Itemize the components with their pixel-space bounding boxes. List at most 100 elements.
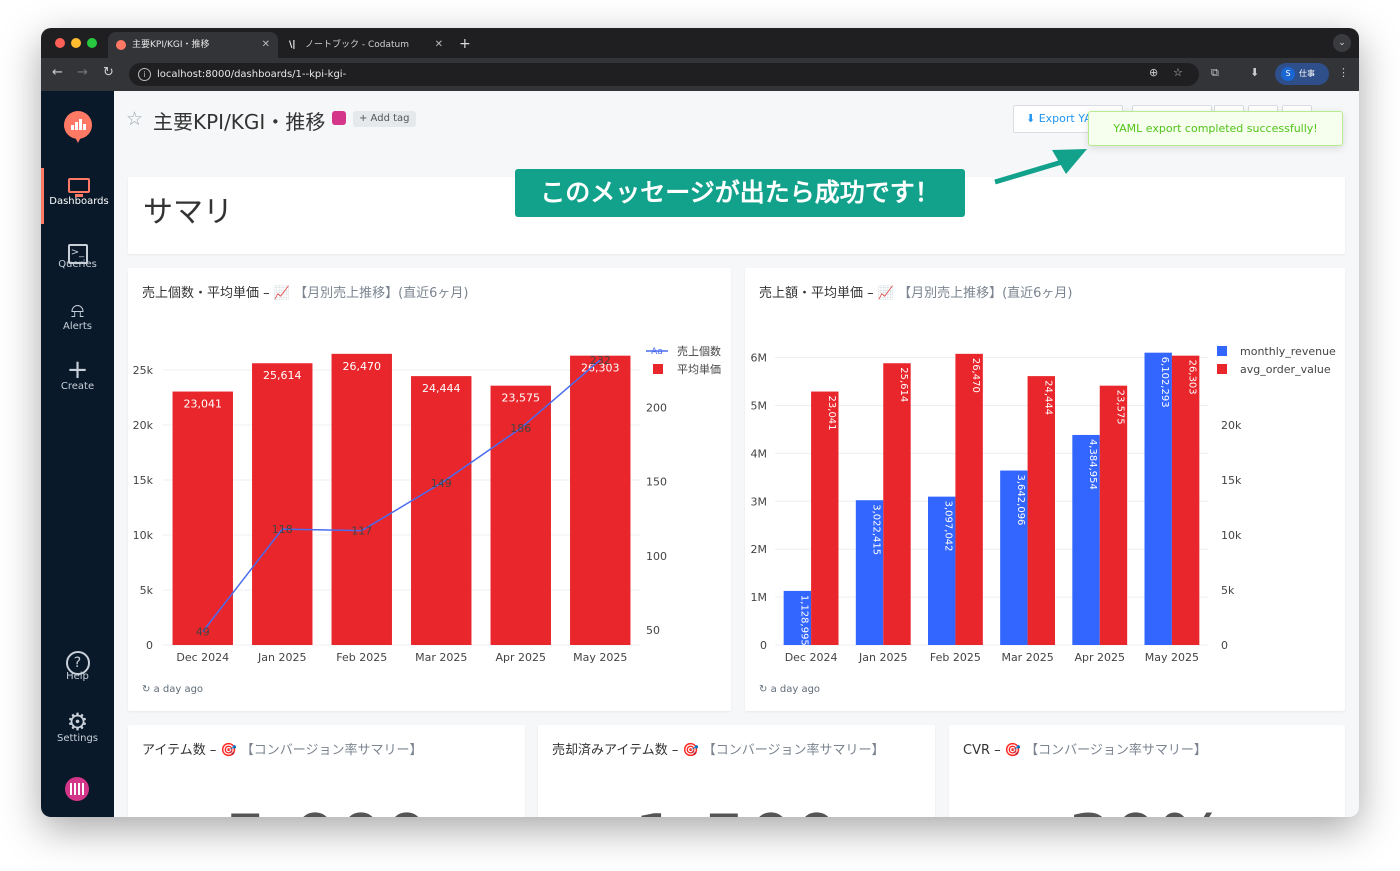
close-tab-icon[interactable]: ✕ (262, 32, 270, 58)
refresh-icon[interactable]: ↻ (142, 684, 150, 695)
bar-data-label: 23,041 (184, 398, 223, 411)
profile-label: 仕事 (1299, 69, 1315, 78)
minimize-window-button[interactable] (71, 38, 81, 48)
sidebar-item-label: Settings (56, 733, 98, 744)
y2-tick-label: 50 (646, 624, 660, 637)
y2-tick-label: 15k (1221, 474, 1242, 487)
sidebar-item-dashboards[interactable]: Dashboards (41, 168, 114, 224)
bar (570, 355, 631, 645)
x-tick-label: Apr 2025 (1074, 651, 1125, 664)
bar-data-label: 26,303 (1187, 360, 1198, 395)
sidebar-item-create[interactable]: + Create (41, 353, 114, 409)
y-tick-label: 1M (751, 591, 768, 604)
sidebar-item-settings[interactable]: ⚙ Settings (41, 705, 114, 761)
widget-title[interactable]: アイテム数 – 🎯 【コンバージョン率サマリー】 (142, 739, 423, 758)
forward-icon[interactable]: → (77, 65, 88, 80)
legend-bar-swatch (1217, 364, 1227, 374)
bar-data-label: 3,022,415 (871, 504, 882, 555)
bar-data-label: 4,384,954 (1087, 439, 1098, 490)
tab-dashboard[interactable]: 主要KPI/KGI・推移 ✕ (108, 32, 278, 58)
maximize-window-button[interactable] (87, 38, 97, 48)
close-window-button[interactable] (55, 38, 65, 48)
sidebar-item-label: Alerts (62, 321, 92, 332)
y-tick-label: 25k (133, 364, 154, 377)
zoom-icon[interactable]: ⊕ (1149, 66, 1158, 79)
sidebar-item-alerts[interactable]: ⍾ Alerts (41, 293, 114, 349)
x-tick-label: Dec 2024 (176, 651, 229, 664)
bar-data-label: 25,614 (263, 369, 302, 382)
x-tick-label: Mar 2025 (415, 651, 467, 664)
y-tick-label: 0 (760, 639, 767, 652)
profile-button[interactable]: S 仕事 (1275, 63, 1329, 85)
y2-tick-label: 100 (646, 550, 667, 563)
gear-icon: ⚙ (66, 708, 89, 736)
chevron-down-icon[interactable]: ⌄ (1333, 34, 1351, 52)
extensions-icon[interactable]: ⧉ (1211, 66, 1219, 80)
address-bar[interactable]: i localhost:8000/dashboards/1--kpi-kgi- … (129, 63, 1199, 86)
y2-tick-label: 10k (1221, 529, 1242, 542)
bar-data-label: 6,102,293 (1159, 357, 1170, 408)
bar-data-label: 3,097,042 (943, 501, 954, 552)
y2-tick-label: 20k (1221, 419, 1242, 432)
widget-title[interactable]: 売却済みアイテム数 – 🎯 【コンバージョン率サマリー】 (552, 739, 885, 758)
redash-logo-icon[interactable] (64, 111, 92, 143)
line-data-label: 118 (272, 523, 293, 536)
legend-label: avg_order_value (1240, 363, 1331, 376)
y-tick-label: 2M (751, 543, 768, 556)
bar-data-label: 23,041 (826, 396, 837, 431)
download-icon[interactable]: ⬇ (1250, 66, 1259, 79)
y2-tick-label: 5k (1221, 584, 1235, 597)
bar (331, 353, 392, 645)
tab-notebook[interactable]: \| ノートブック - Codatum ✕ (281, 32, 451, 58)
line-data-label: 186 (510, 422, 531, 435)
target-emoji-icon: 🎯 (220, 743, 237, 758)
bar-data-label: 24,444 (422, 382, 461, 395)
bar-data-label: 26,470 (970, 358, 981, 393)
chart-widget-revenue-price: 売上額・平均単価 – 📈 【月別売上推移】(直近6ヶ月) 0 1M 2M 3M 4M 5M… (745, 268, 1345, 711)
close-tab-icon[interactable]: ✕ (435, 32, 443, 58)
y-tick-label: 15k (133, 474, 154, 487)
x-tick-label: Apr 2025 (495, 651, 546, 664)
bar-data-label: 24,444 (1042, 380, 1053, 415)
y-tick-label: 10k (133, 529, 154, 542)
plus-icon: + (66, 355, 89, 385)
bar-avg-order (1171, 355, 1200, 645)
add-tag-button[interactable]: + Add tag (353, 111, 416, 127)
bar-data-label: 23,575 (1114, 390, 1125, 425)
refresh-icon[interactable]: ↻ (759, 684, 767, 695)
line-data-label: 232 (590, 354, 611, 367)
favorite-star-icon[interactable]: ☆ (126, 108, 143, 130)
legend-label: 平均単価 (677, 362, 721, 376)
profile-avatar: S (1281, 67, 1295, 81)
y-tick-label: 6M (751, 352, 768, 365)
y-tick-label: 3M (751, 495, 768, 508)
new-tab-icon[interactable]: + (459, 32, 471, 56)
page-title: 主要KPI/KGI・推移 (153, 110, 326, 134)
counter-widget-items: アイテム数 – 🎯 【コンバージョン率サマリー】 5,000 (128, 725, 525, 817)
site-info-icon[interactable]: i (138, 68, 151, 81)
bookmark-star-icon[interactable]: ☆ (1173, 66, 1183, 79)
line-data-label: 117 (351, 525, 372, 538)
target-emoji-icon: 🎯 (682, 743, 699, 758)
bar-avg-order (883, 363, 911, 645)
summary-title: サマリ (143, 195, 233, 230)
chart-quantity-price: 0 5k 10k 15k 20k 25k 50 100 150 200 23,041 Dec 2024… (133, 345, 721, 664)
counter-value: 30% (949, 799, 1345, 817)
widget-title[interactable]: CVR – 🎯 【コンバージョン率サマリー】 (963, 739, 1207, 758)
y2-tick-label: 0 (1221, 639, 1228, 652)
x-tick-label: Jan 2025 (858, 651, 907, 664)
redash-favicon-icon (116, 40, 126, 50)
sidebar-item-help[interactable]: ? Help (41, 643, 114, 699)
back-icon[interactable]: ← (52, 65, 63, 80)
user-avatar[interactable] (65, 777, 89, 801)
bar (411, 376, 472, 645)
chart-revenue-price: 0 1M 2M 3M 4M 5M 6M 0 5k 10k 15k 20k 1,128,995 23,041… (751, 345, 1337, 664)
bar-data-label: 3,642,096 (1015, 475, 1026, 526)
reload-icon[interactable]: ↻ (103, 65, 114, 80)
success-toast: YAML export completed successfully! (1088, 111, 1343, 146)
sidebar-item-queries[interactable]: >_ Queries (41, 231, 114, 287)
sidebar-item-label: Help (66, 671, 89, 682)
more-menu-icon[interactable]: ⋮ (1338, 66, 1349, 79)
y-tick-label: 20k (133, 419, 154, 432)
last-updated: ↻ a day ago (759, 684, 821, 695)
